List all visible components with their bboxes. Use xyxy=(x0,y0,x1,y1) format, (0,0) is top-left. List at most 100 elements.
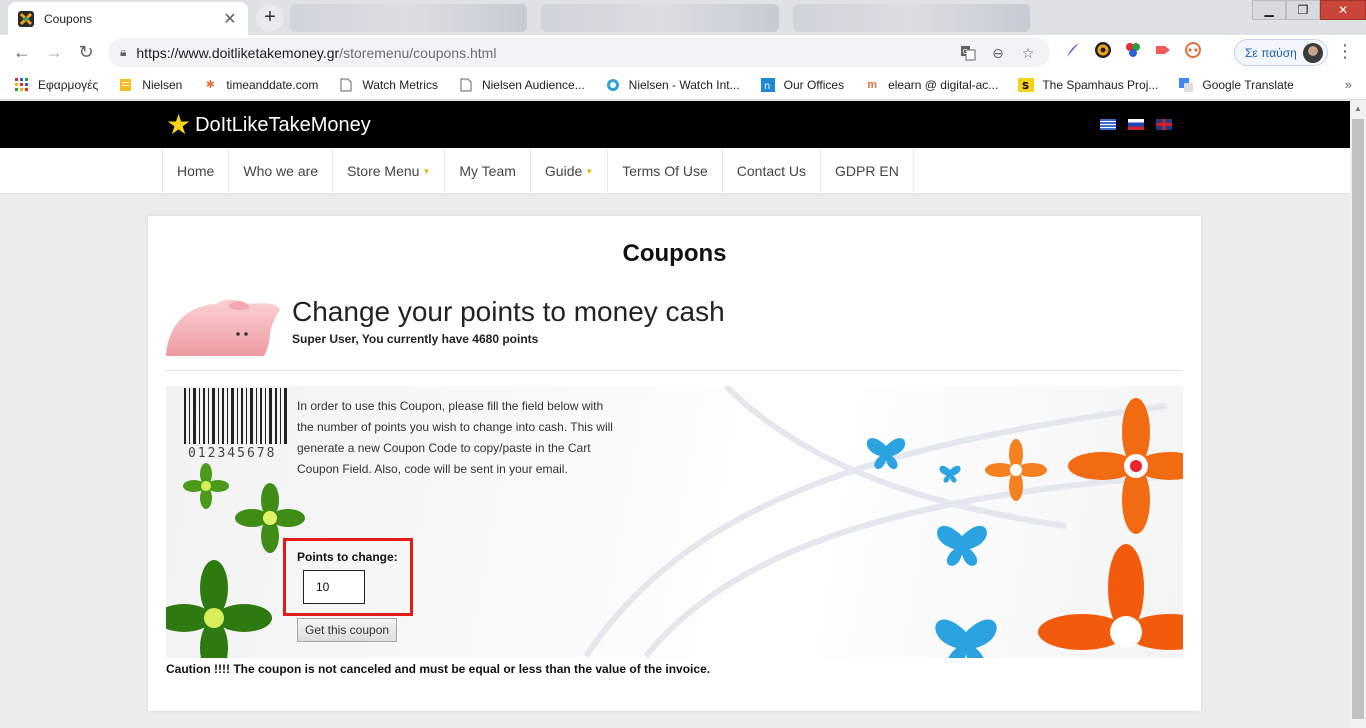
bookmark-item[interactable]: Εφαρμογές xyxy=(14,77,98,93)
butterfly-decoration xyxy=(866,438,997,658)
uk-flag-icon[interactable] xyxy=(1156,119,1172,130)
globe-icon xyxy=(605,77,621,93)
bookmark-label: Watch Metrics xyxy=(362,77,438,92)
svg-text:S: S xyxy=(1022,81,1029,92)
maximize-icon[interactable]: ❐ xyxy=(1286,0,1320,20)
background-tabs xyxy=(290,4,1030,32)
moodle-icon: m xyxy=(867,78,877,91)
page-title: Coupons xyxy=(622,240,727,267)
nav-item-label: Who we are xyxy=(243,163,319,179)
nav-item-label: Home xyxy=(177,163,215,179)
nav-item-terms-of-use[interactable]: Terms Of Use xyxy=(607,148,722,194)
tab-coupons[interactable]: Coupons ✕ xyxy=(8,2,248,35)
zoom-icon[interactable]: ⊖ xyxy=(988,43,1008,63)
bookmark-item[interactable]: Nielsen - Watch Int... xyxy=(605,77,740,93)
background-tab[interactable] xyxy=(792,4,1030,32)
address-bar[interactable]: 🔒︎ https://www.doitliketakemoney.gr/stor… xyxy=(108,38,1050,67)
page-scrollbar[interactable]: ▲ xyxy=(1350,101,1366,728)
url-path: /storemenu/coupons.html xyxy=(339,44,497,61)
page-icon xyxy=(338,77,354,93)
nav-item-store-menu[interactable]: Store Menu ▼ xyxy=(332,148,444,194)
page-heading: Change your points to money cash xyxy=(292,296,725,327)
bookmark-item[interactable]: S The Spamhaus Proj... xyxy=(1018,77,1158,93)
nav-item-home[interactable]: Home xyxy=(162,148,228,194)
page-icon xyxy=(458,77,474,93)
green-flower-decoration xyxy=(166,463,305,658)
url-text: https://www.doitliketakemoney.gr/storeme… xyxy=(136,45,496,61)
nav-item-who-we-are[interactable]: Who we are xyxy=(228,148,332,194)
apps-grid-icon xyxy=(14,77,30,93)
lock-icon: 🔒︎ xyxy=(120,45,127,59)
bookmark-star-icon[interactable]: ☆ xyxy=(1018,43,1038,63)
points-input[interactable] xyxy=(303,570,365,604)
scroll-up-icon[interactable]: ▲ xyxy=(1350,101,1366,117)
bookmark-item[interactable]: n Our Offices xyxy=(760,77,844,93)
bookmark-label: elearn @ digital-ac... xyxy=(888,77,999,92)
window-close-icon[interactable]: ✕ xyxy=(1320,0,1366,20)
translate-page-icon[interactable]: G xyxy=(958,43,978,63)
bookmark-label: The Spamhaus Proj... xyxy=(1042,77,1159,92)
site-header: ★ DoItLikeTakeMoney xyxy=(0,101,1350,148)
translate-icon xyxy=(1178,77,1194,93)
bookmark-label: Google Translate xyxy=(1202,77,1294,92)
site-logo[interactable]: ★ DoItLikeTakeMoney xyxy=(166,111,371,139)
scrollbar-thumb[interactable] xyxy=(1352,119,1364,719)
nav-item-label: Store Menu xyxy=(347,163,420,179)
greek-flag-icon[interactable] xyxy=(1100,119,1116,130)
background-tab[interactable] xyxy=(541,4,779,32)
bookmark-item[interactable]: Watch Metrics xyxy=(338,77,438,93)
color-wheel-extension-icon[interactable] xyxy=(1094,41,1112,59)
divider xyxy=(166,370,1183,371)
bookmark-item[interactable]: Nielsen Audience... xyxy=(458,77,585,93)
new-tab-button[interactable]: + xyxy=(256,5,284,31)
bookmark-label: timeanddate.com xyxy=(226,77,319,92)
nav-item-my-team[interactable]: My Team xyxy=(444,148,530,194)
bookmark-item[interactable]: Google Translate xyxy=(1178,77,1294,93)
sync-paused-label: Σε παύση xyxy=(1245,45,1297,60)
bookmark-item[interactable]: ✱ timeanddate.com xyxy=(202,77,319,93)
nav-item-contact-us[interactable]: Contact Us xyxy=(721,148,820,194)
bookmark-label: Nielsen Audience... xyxy=(481,77,585,92)
feather-extension-icon[interactable] xyxy=(1064,41,1082,59)
bookmark-label: Nielsen - Watch Int... xyxy=(628,77,740,92)
tab-close-icon[interactable]: ✕ xyxy=(222,9,238,29)
get-coupon-button[interactable]: Get this coupon xyxy=(297,618,398,642)
caret-down-icon: ▼ xyxy=(585,166,594,176)
color-picker-extension-icon[interactable] xyxy=(1124,41,1142,59)
bookmark-label: Nielsen xyxy=(142,77,183,92)
reload-icon[interactable]: ↻ xyxy=(70,37,102,69)
back-icon[interactable]: ← xyxy=(6,37,38,69)
russian-flag-icon[interactable] xyxy=(1128,119,1144,130)
site-favicon-icon xyxy=(18,10,34,27)
spamhaus-icon: S xyxy=(1018,77,1035,93)
screencast-extension-icon[interactable] xyxy=(1154,41,1172,59)
folder-icon xyxy=(118,77,134,93)
nav-item-label: My Team xyxy=(459,163,516,179)
tampermonkey-extension-icon[interactable] xyxy=(1184,41,1202,59)
omnibox-actions: G ⊖ ☆ xyxy=(958,43,1038,63)
bookmark-item[interactable]: m elearn @ digital-ac... xyxy=(864,77,998,93)
nav-item-guide[interactable]: Guide ▼ xyxy=(529,148,607,194)
site-nav: Home Who we are Store Menu ▼ My Team Guide ▼ Te… xyxy=(0,148,1350,194)
extension-icons xyxy=(1064,41,1202,59)
svg-text:n: n xyxy=(764,81,770,92)
browser-menu-icon[interactable]: ⋮ xyxy=(1336,41,1354,62)
nav-item-gdpr-en[interactable]: GDPR EN xyxy=(820,148,914,194)
sync-paused-button[interactable]: Σε παύση xyxy=(1234,39,1328,66)
barcode-number: 012345678 xyxy=(188,446,276,461)
star-logo-icon: ★ xyxy=(166,109,192,140)
logo-text: DoItLikeTakeMoney xyxy=(195,113,371,136)
more-bookmarks-icon[interactable]: » xyxy=(1345,77,1352,92)
content-card: Coupons Change your points to money cash… xyxy=(148,216,1201,711)
browser-tabstrip: Coupons ✕ + ▁ ❐ ✕ xyxy=(0,0,1366,35)
nav-item-label: GDPR EN xyxy=(835,163,899,179)
language-flags xyxy=(1100,119,1172,130)
profile-avatar xyxy=(1302,42,1323,63)
background-tab[interactable] xyxy=(290,4,528,32)
forward-icon[interactable]: → xyxy=(38,37,70,69)
minimize-icon[interactable]: ▁ xyxy=(1252,0,1286,20)
coupon-instructions: In order to use this Coupon, please fill… xyxy=(297,399,613,476)
n-logo-icon: n xyxy=(760,77,776,93)
bookmark-item[interactable]: Nielsen xyxy=(118,77,182,93)
sparkle-icon: ✱ xyxy=(205,79,215,91)
